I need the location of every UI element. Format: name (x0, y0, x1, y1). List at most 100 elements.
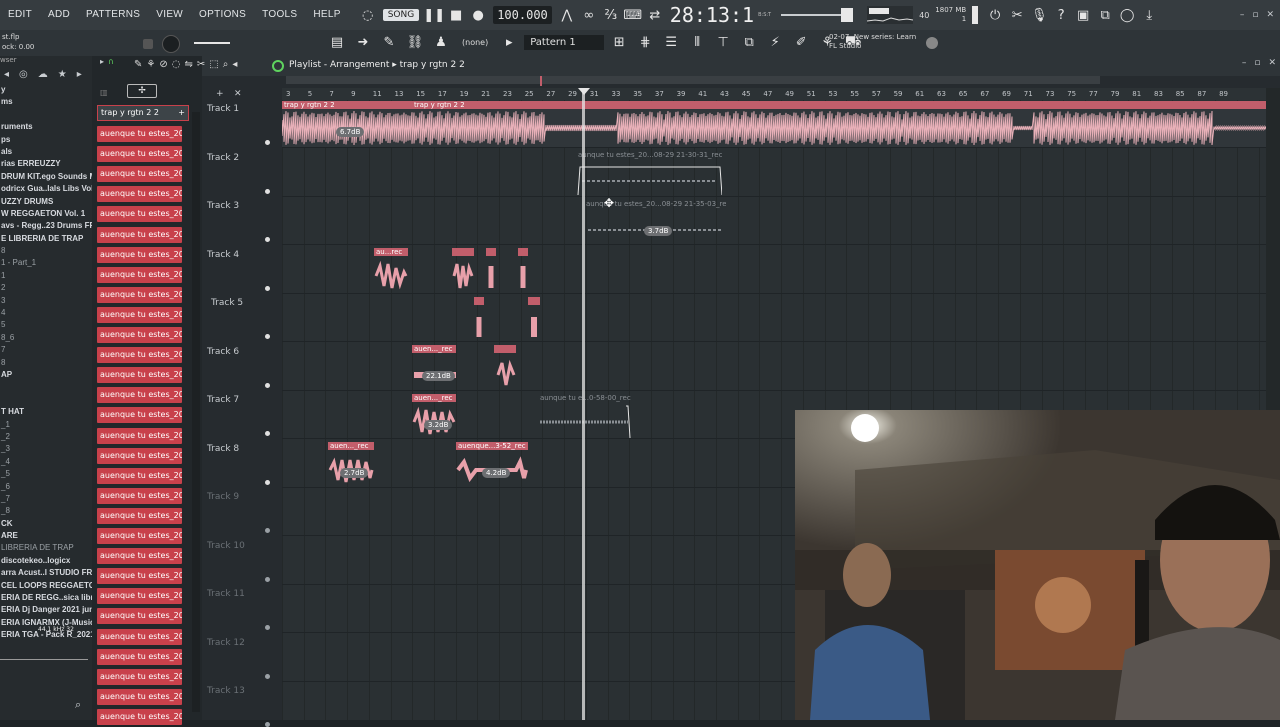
playlist-overview[interactable] (202, 76, 1280, 88)
rack-magnet-icon[interactable]: ∩ (108, 57, 114, 66)
browser-item[interactable]: ERIA Dj Danger 2021 junio (0, 604, 92, 616)
track-mute-dot[interactable] (265, 140, 270, 145)
clip-track3-gain[interactable]: 3.7dB (644, 226, 673, 236)
clip-track2[interactable]: aunque tu estes_20...08-29 21-30-31_rec (576, 151, 722, 197)
rack-scrollbar[interactable] (192, 112, 200, 712)
menu-view[interactable]: VIEW (148, 0, 191, 30)
channel-button[interactable]: auenque tu estes_2025- (97, 427, 182, 444)
track-mute-dot[interactable] (265, 576, 270, 582)
clip-track8-a-gain[interactable]: 2.7dB (340, 468, 369, 478)
channel-button[interactable]: auenque tu estes_2025- (97, 487, 182, 504)
channel-button[interactable]: auenque tu estes_2025- (97, 648, 182, 665)
channel-button[interactable]: auenque tu estes_2025- (97, 347, 182, 364)
browser-star-icon[interactable]: ★ (58, 69, 67, 80)
channel-button[interactable]: auenque tu estes_2025- (97, 608, 182, 625)
track-label[interactable]: Track 3 (207, 201, 239, 211)
channel-button[interactable]: auenque tu estes_2025- (97, 186, 182, 203)
channel-button[interactable]: auenque tu estes_2025- (97, 146, 182, 163)
rack-add-button[interactable]: ✢ (127, 84, 157, 98)
clip-track6-b[interactable] (494, 345, 516, 391)
track-mute-dot[interactable] (265, 431, 270, 436)
lock-icon[interactable] (143, 39, 153, 49)
browser-item[interactable] (0, 394, 92, 406)
track-label[interactable]: Track 8 (207, 444, 239, 454)
track-lane[interactable] (282, 246, 1266, 294)
browser-item[interactable]: 7 (0, 344, 92, 356)
plug-icon[interactable]: ⚡ (767, 34, 783, 50)
browser-item[interactable]: y (0, 84, 92, 96)
arrangement-pattern-selector[interactable]: trap y rgtn 2 2 + (97, 105, 189, 121)
countdown-icon[interactable]: ⇄ (647, 7, 663, 23)
menu-tools[interactable]: TOOLS (254, 0, 305, 30)
menu-edit[interactable]: EDIT (0, 0, 40, 30)
slice-tool-icon[interactable]: ✂ (197, 59, 205, 70)
channel-button[interactable]: auenque tu estes_2025- (97, 708, 182, 725)
browser-item[interactable]: _2 (0, 431, 92, 443)
browser-item[interactable]: 1 (0, 270, 92, 282)
master-pitch-slider[interactable] (781, 8, 854, 22)
timeline-scrollbar[interactable] (286, 76, 1100, 84)
browser-item[interactable]: discotekeo..logicx (0, 555, 92, 567)
channel-button[interactable]: auenque tu estes_2025- (97, 126, 182, 142)
browser-item[interactable]: ps (0, 134, 92, 146)
browser-item[interactable] (0, 381, 92, 393)
track-label[interactable]: Track 1 (207, 104, 239, 114)
channel-button[interactable]: auenque tu estes_2025- (97, 548, 182, 565)
browser-item[interactable]: arra Acust..l STUDIO FREE (0, 567, 92, 579)
step-edit-icon[interactable]: ⅔ (603, 7, 619, 23)
clip-track6-a[interactable]: auen..._rec 22.1dB (412, 345, 456, 391)
browser-item[interactable]: _7 (0, 493, 92, 505)
browser-item[interactable] (0, 109, 92, 121)
menu-help[interactable]: HELP (305, 0, 348, 30)
select-tool-icon[interactable]: ⬚ (209, 59, 218, 70)
browser-item[interactable]: avs - Regg..23 Drums FREE (0, 220, 92, 232)
browser-item[interactable]: 5 (0, 319, 92, 331)
record-icon[interactable]: ● (470, 7, 486, 23)
close-icon[interactable]: ✕ (1266, 10, 1274, 20)
browser-item[interactable]: _4 (0, 456, 92, 468)
clip-track8-b-gain[interactable]: 4.2dB (482, 468, 511, 478)
browser-item[interactable]: CK (0, 518, 92, 530)
track-lane[interactable] (282, 294, 1266, 342)
channel-button[interactable]: auenque tu estes_2025- (97, 588, 182, 605)
rack-play-icon[interactable]: ▸ (100, 57, 104, 66)
browser-item[interactable]: UZZY DRUMS (0, 196, 92, 208)
metronome-icon[interactable]: ⋀ (559, 7, 575, 23)
news-globe-icon[interactable] (926, 37, 938, 49)
channel-button[interactable]: auenque tu estes_2025- (97, 628, 182, 645)
link-icon[interactable]: ⛓ (407, 34, 424, 50)
track-label[interactable]: Track 10 (207, 541, 245, 551)
browser-item[interactable]: 8_6 (0, 332, 92, 344)
browser-item[interactable]: AP (0, 369, 92, 381)
playlist-close-icon[interactable]: ✕ (1268, 58, 1276, 68)
browser-item[interactable]: DRUM KIT.ego Sounds Mx (0, 171, 92, 183)
channel-button[interactable]: auenque tu estes_2025- (97, 206, 182, 223)
browser-item[interactable]: CEL LOOPS REGGAETON (0, 580, 92, 592)
master-volume-knob[interactable] (162, 35, 180, 53)
browser-item[interactable]: T HAT (0, 406, 92, 418)
track-lane[interactable] (282, 197, 1266, 245)
play-pattern-icon[interactable]: ▸ (501, 34, 517, 50)
clip-track4-b[interactable] (452, 248, 474, 294)
browser-cloud-icon[interactable]: ☁ (38, 69, 48, 80)
browser-item[interactable]: 2 (0, 282, 92, 294)
browser-item[interactable]: _5 (0, 468, 92, 480)
browser-item[interactable]: 3 (0, 295, 92, 307)
track-mute-dot[interactable] (265, 625, 270, 630)
channel-button[interactable]: auenque tu estes_2025- (97, 286, 182, 303)
browser-more-icon[interactable]: ▸ (77, 69, 82, 80)
channel-button[interactable]: auenque tu estes_2025- (97, 467, 182, 484)
track-mute-dot[interactable] (265, 479, 270, 485)
tempo-display[interactable]: 100.000 (493, 6, 552, 24)
pause-icon[interactable]: ❚❚ (423, 7, 445, 23)
browser-item[interactable]: LIBRERIA DE TRAP (0, 542, 92, 554)
track-label[interactable]: Track 2 (207, 153, 239, 163)
song-mode-label[interactable]: SONG (382, 9, 420, 21)
browser-item[interactable]: _8 (0, 505, 92, 517)
clip-track6-gain[interactable]: 22.1dB (422, 371, 455, 381)
clip-track7-b[interactable]: aunque tu e...0-58-00_rec (538, 394, 634, 440)
stamp-icon[interactable]: ♟ (433, 34, 449, 50)
cut-icon[interactable]: ✂ (1009, 7, 1025, 23)
browser-item[interactable]: 8 (0, 357, 92, 369)
pattern-song-toggle-icon[interactable]: ◌ (360, 7, 376, 23)
